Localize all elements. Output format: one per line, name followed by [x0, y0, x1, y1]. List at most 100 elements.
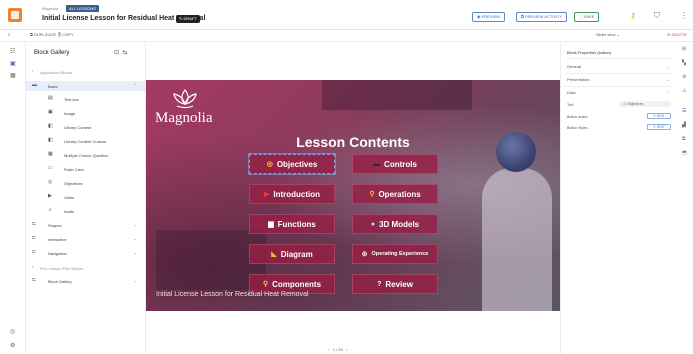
library-icon: ◧ — [48, 123, 53, 129]
gallery-block-item[interactable]: ◧ Library Content — [26, 122, 145, 132]
lesson-button-introduction[interactable]: ▶ Introduction — [249, 184, 335, 204]
delete-label: DELETE — [671, 32, 687, 37]
lesson-button-3d-models[interactable]: ● 3D Models — [352, 214, 438, 234]
lesson-button-review[interactable]: ? Review — [352, 274, 438, 294]
comment-icon[interactable]: ▟ — [682, 122, 686, 128]
control-panel-decoration — [322, 80, 472, 110]
more-menu-icon[interactable]: ⋮ — [680, 11, 688, 20]
gallery-group[interactable]: ⊏ Interactive ⌄ — [26, 234, 145, 244]
chevron-down-icon[interactable]: ⌄ — [667, 64, 670, 69]
layers-icon[interactable]: ☷ — [10, 48, 15, 55]
section-presentation[interactable]: Presentation — [567, 77, 589, 82]
tag-icon[interactable]: ⬒ — [682, 150, 687, 156]
media-icon[interactable]: ▦ — [10, 72, 16, 79]
editor-toolbar: ≡ ⧉ DUPLICATE ⎘ COPY Slider view ⌄ ⊘ DEL… — [0, 30, 693, 42]
layers-stack-icon[interactable]: ⧉ — [682, 136, 686, 142]
delete-button[interactable]: ⊘ DELETE — [667, 32, 687, 37]
edit-button-action-button[interactable]: ✎ EDIT — [647, 113, 671, 119]
block-gallery-group[interactable]: ⊏ Block Gallery ⌄ — [26, 276, 145, 286]
help-icon[interactable]: ◎ — [10, 328, 15, 335]
gallery-block-item[interactable]: ▶ Video — [26, 192, 145, 202]
gallery-block-item[interactable]: ▭ Flash Card — [26, 164, 145, 174]
breadcrumb-tag[interactable]: ALL LESSONS — [66, 5, 99, 12]
lesson-button-controls[interactable]: ▬ Controls — [352, 154, 438, 174]
grid-icon[interactable]: ⊞ — [682, 46, 686, 52]
gallery-block-item[interactable]: ◎ Objectives — [26, 178, 145, 188]
question-icon: ▦ — [48, 151, 53, 157]
properties-list-icon[interactable]: ☰ — [682, 108, 686, 114]
image-icon: ▣ — [48, 109, 53, 115]
edit-button-styles-button[interactable]: ✎ EDIT — [647, 124, 671, 130]
blocks-icon[interactable]: ▣ — [10, 60, 16, 67]
gallery-block-item[interactable]: ♫ Audio — [26, 206, 145, 216]
section-general[interactable]: General — [567, 64, 581, 69]
lesson-button-icon: ◣ — [271, 251, 277, 258]
basic-label: Basic — [48, 84, 58, 89]
duplicate-label: DUPLICATE — [33, 32, 57, 37]
gallery-block-item[interactable]: ▦ Multiple Choice Question — [26, 150, 145, 160]
notifications-icon[interactable]: ⚷ — [630, 11, 636, 20]
folder-icon[interactable]: ⊡ — [114, 50, 119, 56]
total-slides: 26 — [338, 347, 343, 352]
folder-icon: ⊏ — [32, 249, 37, 255]
lesson-button-icon: ⊕ — [361, 251, 368, 258]
gallery-block-item[interactable]: ◧ Library Content Custom — [26, 136, 145, 146]
user-shield-icon[interactable]: ⛉ — [654, 11, 660, 21]
gallery-group-label: Interactive — [48, 237, 67, 242]
copy-button[interactable]: ⎘ COPY — [58, 32, 74, 37]
bookmark-icon[interactable]: ▚ — [682, 60, 686, 66]
gallery-block-label: Image — [64, 111, 76, 116]
brand-logo-text: Magnolia — [155, 110, 213, 126]
application-blocks-header[interactable]: › Application Blocks — [26, 67, 145, 77]
lesson-button-diagram[interactable]: ◣ Diagram — [249, 244, 335, 264]
gallery-block-label: Text box — [64, 97, 79, 102]
edit-label: EDIT — [656, 114, 665, 118]
lesson-button-icon: ▶ — [263, 191, 270, 198]
app-header: Magnolia ALL LESSONS Initial License Les… — [0, 0, 693, 30]
chevron-down-icon: ⌄ — [616, 32, 620, 37]
gallery-group[interactable]: ⊏ Shapes ⌄ — [26, 220, 145, 230]
warning-icon[interactable]: ⚠ — [682, 88, 686, 94]
gallery-tools: ⊡ ⇆ — [114, 49, 127, 56]
settings-gear-icon[interactable]: ⚙ — [10, 342, 15, 349]
breadcrumb[interactable]: Magnolia — [42, 6, 58, 11]
prev-slide-button[interactable]: ‹ — [328, 347, 329, 352]
sort-icon[interactable]: ⇆ — [122, 50, 127, 56]
lesson-slide[interactable]: Magnolia Lesson Contents ◎ Objectives ▬ Con… — [146, 80, 560, 311]
text-property-value[interactable]: ◎ Objectives — [619, 101, 671, 107]
lesson-button-icon: ◎ — [266, 161, 273, 168]
gallery-block-item[interactable]: ▤ Text box — [26, 94, 145, 104]
save-button[interactable]: ⬚ SAVE — [574, 12, 600, 22]
slider-view-label: Slider view — [596, 32, 616, 37]
lesson-button-objectives[interactable]: ◎ Objectives — [249, 154, 335, 174]
duplicate-button[interactable]: ⧉ DUPLICATE — [30, 32, 56, 37]
save-label: SAVE — [583, 14, 595, 19]
caret-icon: › — [32, 68, 34, 73]
preview-button[interactable]: ◉ PREVIEW — [472, 12, 506, 22]
gallery-group[interactable]: ⊏ Navigation ⌄ — [26, 248, 145, 258]
lesson-button-operations[interactable]: ⚲ Operations — [352, 184, 438, 204]
app-logo[interactable] — [8, 8, 22, 22]
text-property-label: Text — [567, 103, 574, 107]
preview-activity-button[interactable]: ⧉ PREVIEW ACTIVITY — [516, 12, 568, 22]
gallery-block-item[interactable]: ▣ Image — [26, 108, 145, 118]
lesson-button-operating-experience[interactable]: ⊕ Operating Experience — [352, 244, 438, 264]
chevron-down-icon[interactable]: ⌄ — [667, 77, 670, 82]
current-slide-number: 1 — [332, 347, 335, 352]
lesson-button-label: Introduction — [273, 189, 321, 199]
lesson-button-functions[interactable]: ▆ Functions — [249, 214, 335, 234]
next-slide-button[interactable]: › — [346, 347, 347, 352]
lesson-button-icon: ⚲ — [262, 281, 269, 288]
collapse-icon[interactable]: ≡ — [8, 32, 10, 37]
settings-icon[interactable]: ⚙ — [682, 74, 686, 80]
chevron-down-icon: ⌄ — [133, 222, 137, 227]
section-data[interactable]: Data — [567, 90, 575, 95]
chevron-up-icon[interactable]: ⌃ — [667, 90, 670, 95]
chevron-up-icon: ⌃ — [133, 83, 137, 88]
flex-blocks-header[interactable]: › Flex Lesson Flex Blocks — [26, 263, 145, 273]
lesson-button-label: Operations — [378, 189, 421, 199]
basic-category[interactable]: ▬ Basic ⌃ — [26, 81, 145, 91]
copy-label: COPY — [62, 32, 74, 37]
folder-open-icon: ▬ — [32, 82, 37, 88]
slider-view-select[interactable]: Slider view ⌄ — [596, 32, 620, 37]
